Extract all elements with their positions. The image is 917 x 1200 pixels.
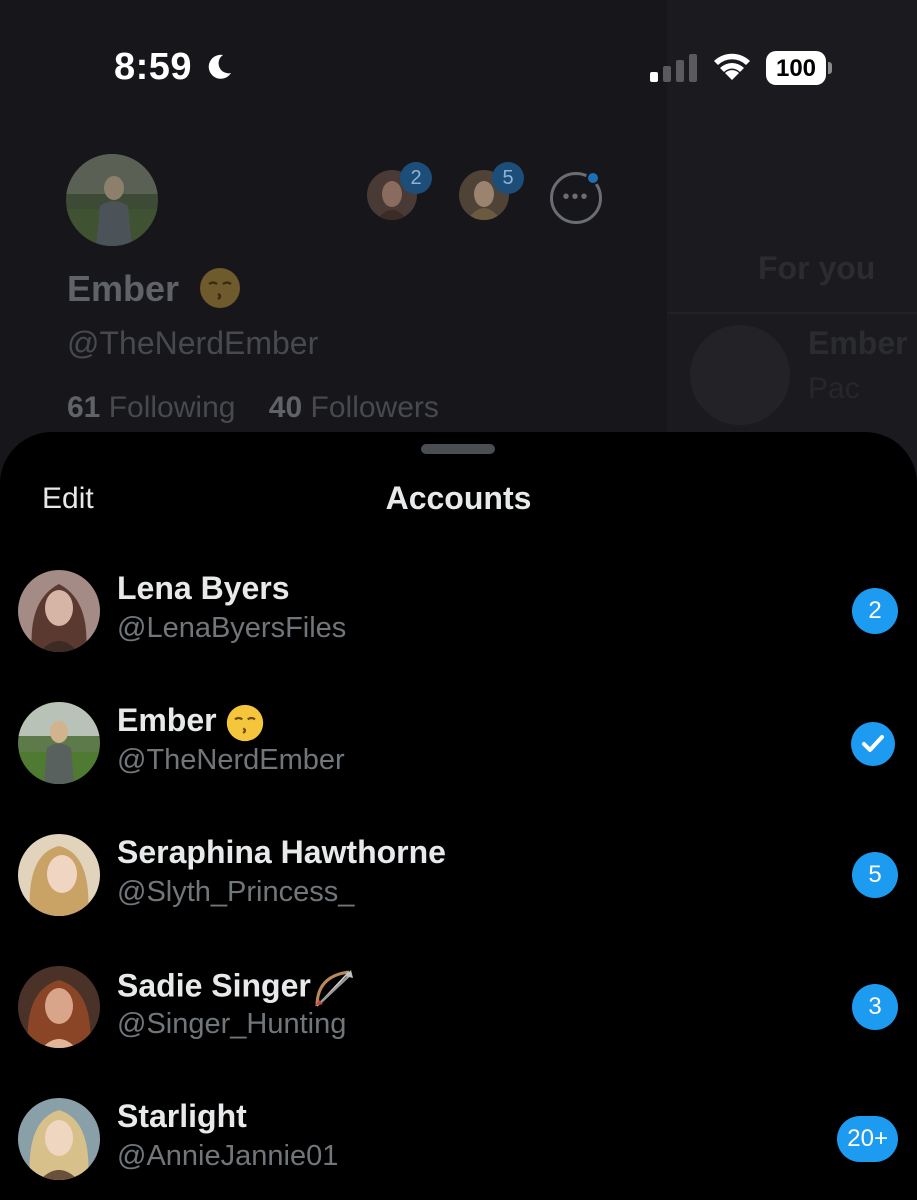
sheet-grabber[interactable]: [421, 444, 495, 454]
profile-stats: 61 Following 40 Followers: [67, 391, 439, 425]
account-handle: @Slyth_Princess_: [117, 876, 355, 908]
account-name: Seraphina Hawthorne: [117, 834, 446, 870]
edit-button[interactable]: Edit: [42, 482, 94, 516]
notification-badge: 5: [852, 852, 898, 898]
avatar: [18, 702, 100, 784]
account-row-sadie-singer[interactable]: Sadie Singer @Singer_Hunting 3: [0, 966, 917, 1086]
wifi-icon: [714, 53, 750, 80]
avatar: [18, 1098, 100, 1180]
avatar: [18, 966, 100, 1048]
battery-icon: 100: [766, 51, 832, 85]
followers-count: 40: [268, 391, 303, 424]
notification-badge: 3: [852, 984, 898, 1030]
notification-badge: 5: [492, 162, 524, 194]
status-bar: 8:59 100: [0, 0, 917, 130]
notification-badge: 2: [400, 162, 432, 194]
profile-name: Ember: [67, 268, 180, 309]
kissing-face-emoji-icon: [227, 704, 264, 741]
account-handle: @AnnieJannie01: [117, 1140, 339, 1172]
account-handle: @Singer_Hunting: [117, 1008, 347, 1040]
tab-for-you: For you: [758, 250, 876, 286]
avatar: [18, 570, 100, 652]
account-row-seraphina-hawthorne[interactable]: Seraphina Hawthorne @Slyth_Princess_ 5: [0, 834, 917, 954]
account-name: Ember: [117, 702, 265, 743]
account-row-ember[interactable]: Ember @TheNerdEmber: [0, 702, 917, 822]
notification-badge: 2: [852, 588, 898, 634]
bow-and-arrow-emoji-icon: [314, 970, 353, 1007]
post-avatar: [690, 325, 790, 425]
battery-level: 100: [775, 55, 817, 82]
account-name: Lena Byers: [117, 570, 290, 606]
followers-label[interactable]: Followers: [311, 391, 439, 424]
avatar: [18, 834, 100, 916]
account-name: Starlight: [117, 1098, 247, 1134]
status-time: 8:59: [114, 46, 193, 88]
notification-dot: [586, 171, 600, 185]
accounts-sheet: Accounts Edit Lena Byers @LenaByersFiles…: [0, 432, 917, 1200]
account-row-lena-byers[interactable]: Lena Byers @LenaByersFiles 2: [0, 570, 917, 690]
following-label[interactable]: Following: [109, 391, 236, 424]
sheet-title: Accounts: [385, 480, 532, 516]
following-count: 61: [67, 391, 101, 424]
post-snippet: Pac: [808, 372, 860, 405]
selected-check-icon: [851, 722, 895, 766]
profile-avatar[interactable]: [66, 154, 158, 246]
account-handle: @TheNerdEmber: [117, 744, 345, 776]
notification-badge: 20+: [837, 1116, 898, 1162]
moon-icon: [208, 54, 231, 79]
profile-handle: @TheNerdEmber: [67, 325, 319, 361]
account-name: Sadie Singer: [117, 966, 355, 1010]
post-author-name: Ember: [808, 325, 908, 361]
divider: [667, 312, 917, 314]
kissing-face-emoji-icon: [200, 268, 240, 308]
signal-icon: [650, 54, 697, 82]
account-row-starlight[interactable]: Starlight @AnnieJannie01 20+: [0, 1098, 917, 1200]
account-handle: @LenaByersFiles: [117, 612, 347, 644]
